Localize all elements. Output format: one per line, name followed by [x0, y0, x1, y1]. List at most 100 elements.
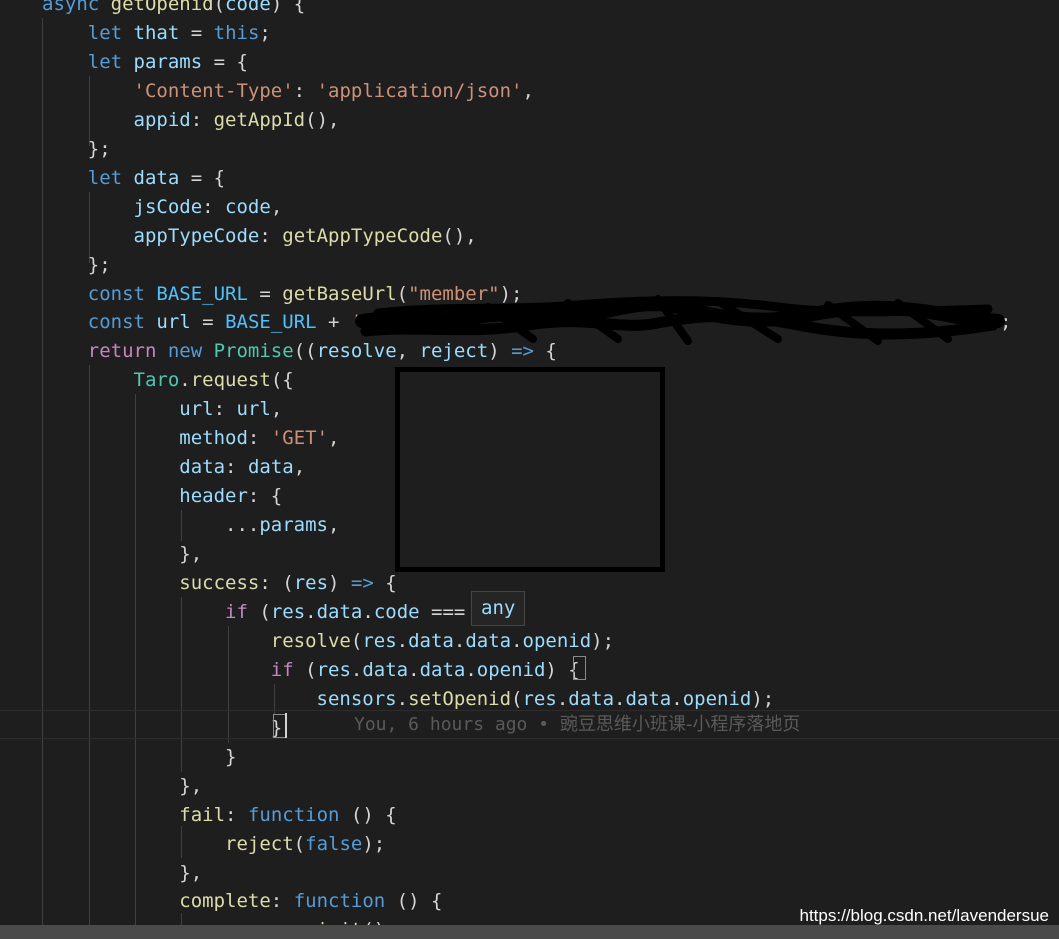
code-token: 'Content-Type': [133, 79, 294, 102]
code-token: data: [465, 629, 512, 652]
code-line[interactable]: appTypeCode: getAppTypeCode(),: [42, 222, 477, 251]
code-line[interactable]: complete: function () {: [42, 887, 442, 916]
code-token: data: [179, 456, 226, 479]
code-line[interactable]: let params = {: [42, 48, 248, 77]
code-token: data: [247, 456, 294, 479]
code-token: :: [190, 108, 214, 131]
code-editor[interactable]: async getOpenid(code) { let that = this;…: [0, 0, 1059, 939]
code-token: );: [591, 629, 615, 652]
code-token: getOpenid: [110, 0, 214, 15]
code-line[interactable]: }: [42, 743, 236, 772]
code-token: .: [396, 629, 409, 652]
code-token: setOpenid: [408, 687, 512, 710]
code-token: openid: [682, 687, 752, 710]
code-line[interactable]: fail: function () {: [42, 801, 397, 830]
code-token: .: [453, 629, 466, 652]
code-line[interactable]: Taro.request({: [42, 366, 294, 395]
code-token: () {: [339, 803, 397, 826]
code-token: = {: [202, 50, 248, 73]
code-token: :: [247, 427, 271, 450]
code-line[interactable]: ...params,: [42, 511, 339, 540]
code-line[interactable]: const url = BASE_URL + '/: [42, 308, 374, 337]
code-token: Taro: [133, 369, 180, 392]
code-token: res: [270, 600, 306, 623]
git-blame-annotation: You, 6 hours ago • 豌豆思维小班课-小程序落地页: [354, 710, 800, 739]
code-token: res: [362, 629, 397, 652]
code-token: .: [179, 369, 191, 392]
code-line[interactable]: data: data,: [42, 453, 305, 482]
code-line[interactable]: if (res.data.data.openid) {: [42, 656, 580, 685]
code-token: (: [293, 832, 306, 855]
code-line[interactable]: };: [42, 135, 111, 164]
code-token: }: [42, 716, 283, 739]
code-token: openid: [522, 629, 592, 652]
code-token: function: [247, 803, 340, 826]
code-line[interactable]: reject(false);: [42, 830, 385, 859]
code-token: =: [179, 21, 214, 44]
code-token: }: [42, 745, 237, 768]
code-line[interactable]: resolve(res.data.data.openid);: [42, 627, 614, 656]
code-token: getAppTypeCode: [282, 224, 443, 247]
code-token: BASE_URL: [225, 311, 317, 334]
code-token: ,: [293, 456, 306, 479]
code-line[interactable]: async getOpenid(code) {: [42, 0, 305, 19]
code-token: complete: [179, 890, 271, 913]
code-line[interactable]: },: [42, 540, 202, 569]
code-token: },: [42, 774, 203, 797]
code-line[interactable]: }: [42, 714, 282, 743]
code-line[interactable]: header: {: [42, 482, 282, 511]
code-token: :: [293, 79, 317, 102]
code-line[interactable]: success: (res) => {: [42, 569, 396, 598]
code-line[interactable]: },: [42, 772, 202, 801]
code-token: if: [270, 658, 306, 681]
screenshot-annotation-rectangle: [395, 367, 665, 572]
code-token: },: [42, 861, 203, 884]
code-token: (: [305, 658, 317, 681]
blame-author-time: You, 6 hours ago •: [354, 714, 560, 735]
code-token: 'application/json': [316, 79, 523, 102]
code-token: async: [42, 0, 111, 15]
code-line[interactable]: method: 'GET',: [42, 424, 339, 453]
code-token: ((: [293, 340, 317, 363]
code-line[interactable]: let that = this;: [42, 19, 271, 48]
code-token: let: [87, 50, 134, 73]
code-token: function: [293, 890, 386, 913]
code-line[interactable]: if (res.data.code ===: [42, 598, 465, 627]
code-token: openid: [476, 658, 546, 681]
code-line[interactable]: url: url,: [42, 395, 282, 424]
bottom-scrollbar[interactable]: [0, 925, 1059, 939]
code-token: ({: [270, 369, 294, 392]
code-token: () {: [385, 890, 443, 913]
code-token: ,: [270, 195, 283, 218]
code-token: .: [614, 687, 626, 710]
code-token: =: [247, 282, 283, 305]
code-line[interactable]: 'Content-Type': 'application/json',: [42, 77, 534, 106]
code-line[interactable]: jsCode: code,: [42, 193, 283, 222]
code-token: appid: [133, 108, 191, 131]
code-token: header: [179, 485, 248, 508]
code-token: .: [396, 687, 409, 710]
code-line[interactable]: appid: getAppId(),: [42, 106, 340, 135]
code-token: :: [225, 803, 248, 826]
code-token: data: [625, 687, 672, 710]
code-token: res: [316, 658, 351, 681]
code-token: .: [362, 600, 374, 623]
code-token: ): [328, 572, 351, 594]
code-token: new: [167, 340, 214, 363]
code-line[interactable]: },: [42, 859, 202, 888]
code-token: = {: [179, 166, 226, 189]
code-token: params: [133, 50, 203, 73]
code-line[interactable]: };: [42, 251, 111, 280]
code-token: success: [179, 572, 260, 594]
code-line[interactable]: let data = {: [42, 164, 225, 193]
